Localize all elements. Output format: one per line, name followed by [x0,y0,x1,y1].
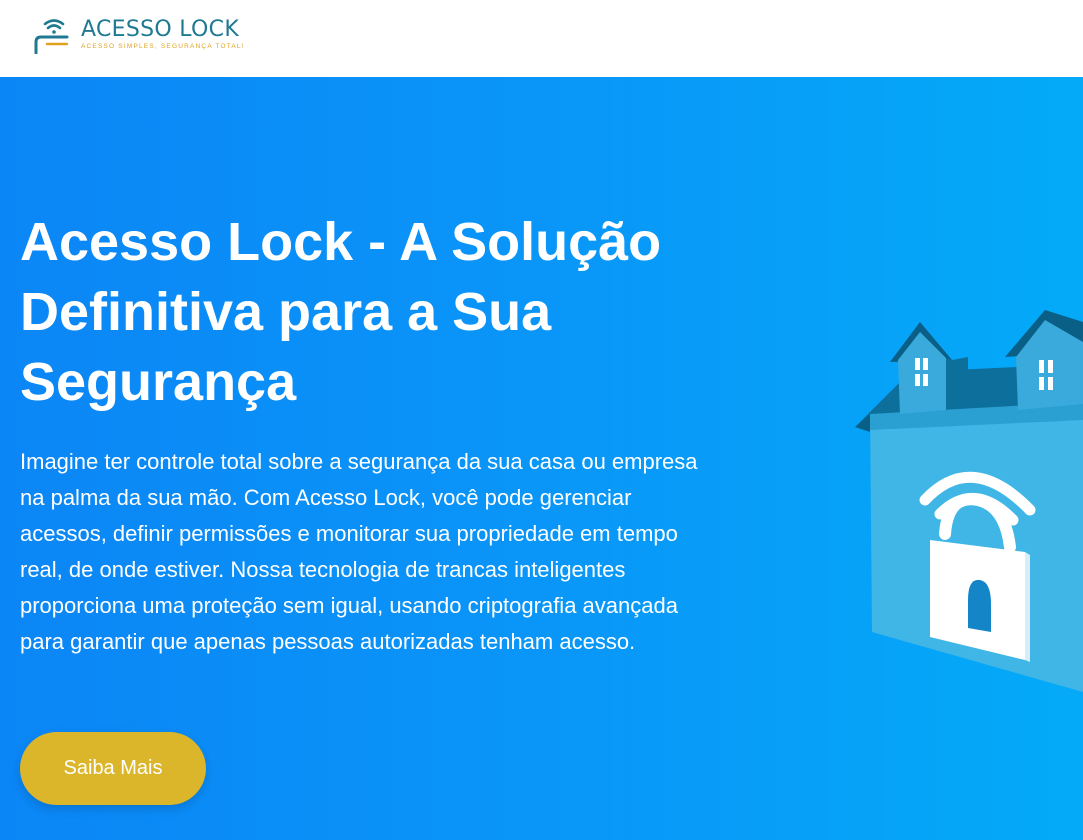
smart-house-lock-illustration [855,310,1083,692]
site-header: ACESSO LOCK ACESSO SIMPLES, SEGURANÇA TO… [0,0,1083,77]
logo-title: ACESSO LOCK [81,17,240,42]
saiba-mais-button[interactable]: Saiba Mais [20,732,206,805]
hero-description: Imagine ter controle total sobre a segur… [20,449,698,654]
wifi-lock-logo-icon [34,19,69,54]
hero-title: Acesso Lock - A Solução Definitiva para … [20,212,662,412]
brand-logo[interactable]: ACESSO LOCK ACESSO SIMPLES, SEGURANÇA TO… [33,16,245,54]
logo-text: ACESSO LOCK ACESSO SIMPLES, SEGURANÇA TO… [81,18,245,51]
logo-tagline: ACESSO SIMPLES, SEGURANÇA TOTAL! [81,43,245,50]
hero-section: Acesso Lock - A Solução Definitiva para … [0,77,1083,840]
